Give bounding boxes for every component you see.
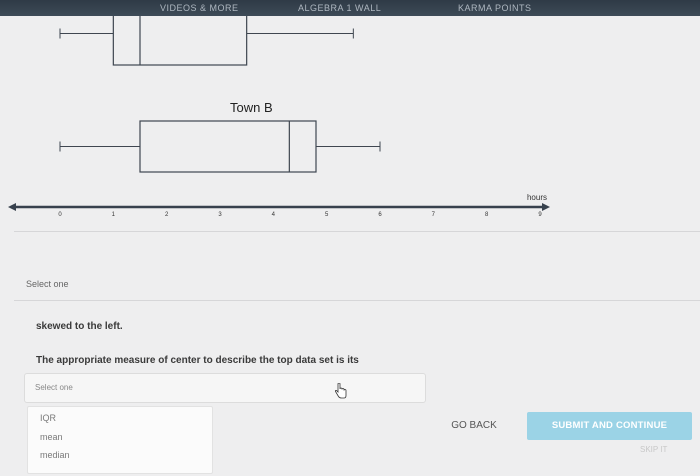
town-b-title: Town B bbox=[230, 100, 273, 115]
hand-cursor-icon bbox=[334, 383, 347, 399]
box1-iqr-box bbox=[112, 16, 248, 66]
select-placeholder: Select one bbox=[35, 383, 73, 392]
skew-answer-text: skewed to the left. bbox=[36, 321, 123, 332]
divider bbox=[14, 231, 700, 232]
x-tick-label: 7 bbox=[432, 212, 436, 218]
box-plot-chart: 0 1 2 3 4 5 6 7 8 9 hours Town B bbox=[0, 16, 700, 248]
x-axis-title: hours bbox=[527, 193, 547, 202]
x-tick-label: 9 bbox=[538, 212, 542, 218]
box-plot-svg: 0 1 2 3 4 5 6 7 8 9 hours bbox=[8, 16, 550, 218]
question-prompt: The appropriate measure of center to des… bbox=[36, 355, 359, 366]
select-one-label[interactable]: Select one bbox=[26, 279, 69, 289]
dropdown-options-list: IQR mean median bbox=[27, 406, 213, 474]
x-tick-label: 6 bbox=[378, 212, 382, 218]
nav-algebra-wall[interactable]: ALGEBRA 1 WALL bbox=[298, 3, 381, 13]
measure-center-select[interactable]: Select one bbox=[24, 373, 426, 403]
x-tick-label: 4 bbox=[272, 212, 276, 218]
x-tick-label: 1 bbox=[112, 212, 116, 218]
submit-and-continue-button[interactable]: SUBMIT AND CONTINUE bbox=[527, 412, 692, 440]
nav-videos-more[interactable]: VIDEOS & MORE bbox=[160, 3, 239, 13]
option-iqr[interactable]: IQR bbox=[40, 413, 56, 423]
nav-karma-points[interactable]: KARMA POINTS bbox=[458, 3, 532, 13]
go-back-button[interactable]: GO BACK bbox=[437, 412, 511, 440]
option-mean[interactable]: mean bbox=[40, 432, 63, 442]
x-tick-label: 0 bbox=[58, 212, 62, 218]
option-median[interactable]: median bbox=[40, 450, 70, 460]
x-tick-label: 3 bbox=[218, 212, 222, 218]
axis-right-arrow bbox=[542, 203, 550, 211]
skip-link[interactable]: SKIP IT bbox=[640, 445, 667, 454]
x-tick-label: 2 bbox=[165, 212, 169, 218]
axis-left-arrow bbox=[8, 203, 16, 211]
divider bbox=[14, 300, 700, 301]
top-navigation-bar: VIDEOS & MORE ALGEBRA 1 WALL KARMA POINT… bbox=[0, 0, 700, 16]
x-tick-label: 8 bbox=[485, 212, 489, 218]
x-tick-label: 5 bbox=[325, 212, 329, 218]
